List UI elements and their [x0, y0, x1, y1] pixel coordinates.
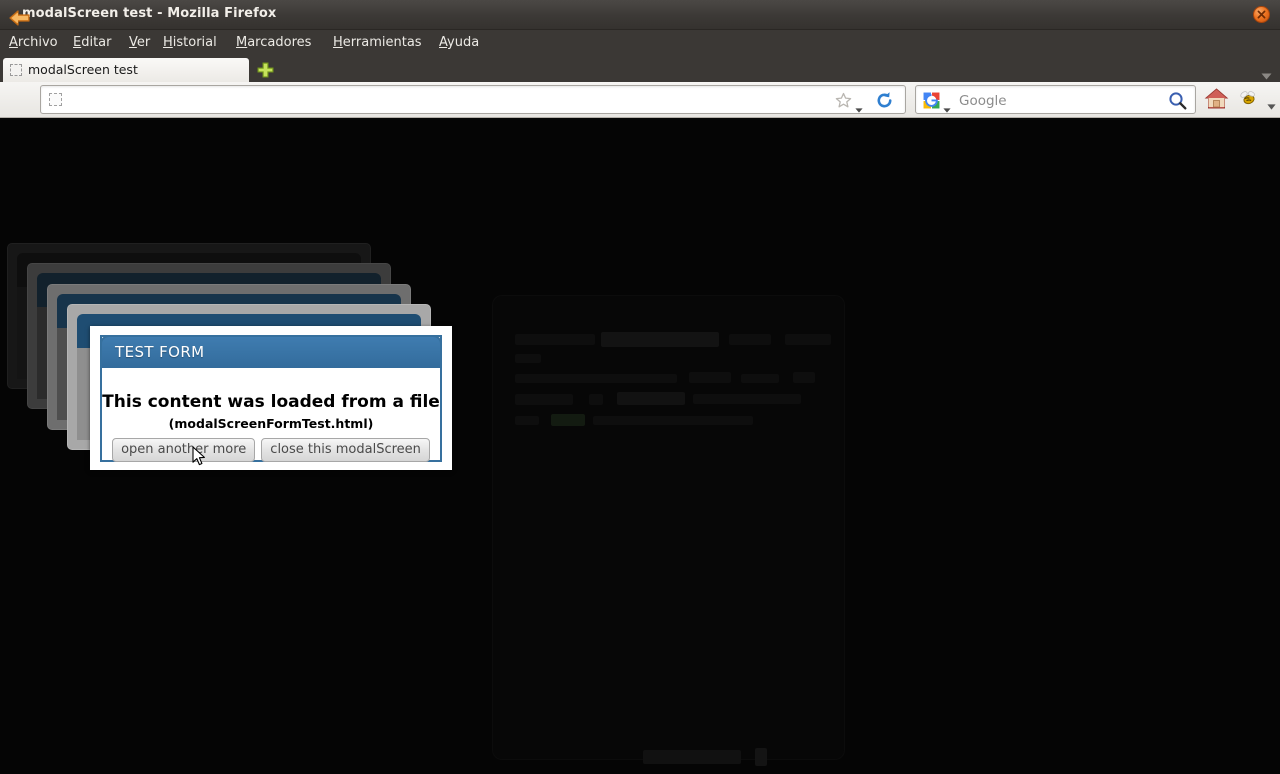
- bookmark-star-button[interactable]: [835, 92, 852, 113]
- window-title: modalScreen test - Mozilla Firefox: [22, 6, 276, 21]
- search-engine-button[interactable]: [923, 92, 940, 113]
- menu-item-label: Historial: [163, 35, 217, 50]
- modal-dialog: TEST FORM This content was loaded from a…: [90, 326, 452, 470]
- home-button[interactable]: [1204, 86, 1229, 115]
- modal-button-row: open another more close this modalScreen: [102, 438, 440, 462]
- toolbar-overflow-button[interactable]: [1267, 95, 1276, 114]
- search-magnifier-icon: [1168, 91, 1187, 110]
- menu-item-marcadores[interactable]: Marcadores: [233, 34, 314, 51]
- tab-bar: modalScreen test: [0, 55, 1280, 82]
- browser-window: modalScreen test - Mozilla Firefox Archi…: [0, 0, 1280, 774]
- url-bar[interactable]: [40, 85, 906, 114]
- tab-modalscreen-test[interactable]: modalScreen test: [2, 57, 250, 82]
- modal-header: TEST FORM: [100, 335, 442, 368]
- reload-button[interactable]: [875, 91, 894, 114]
- home-icon: [1204, 86, 1229, 111]
- modal-frame: TEST FORM This content was loaded from a…: [100, 335, 442, 462]
- back-arrow-icon: [8, 8, 32, 28]
- chevron-down-icon: [855, 108, 863, 113]
- open-another-more-button[interactable]: open another more: [112, 438, 255, 462]
- search-bar[interactable]: [915, 85, 1196, 114]
- page-content: TEST FORM This content was loaded from a…: [0, 118, 1280, 774]
- modal-body: This content was loaded from a file (mod…: [102, 370, 440, 460]
- plus-icon: [256, 61, 275, 79]
- search-engine-dropdown[interactable]: [943, 98, 951, 117]
- menu-item-herramientas[interactable]: Herramientas: [330, 34, 425, 51]
- menu-item-label: Ayuda: [439, 35, 479, 50]
- bookmark-dropdown-button[interactable]: [855, 98, 863, 117]
- modal-title: TEST FORM: [115, 343, 205, 361]
- menu-item-archivo[interactable]: Archivo: [6, 34, 61, 51]
- menu-item-label: Archivo: [9, 35, 58, 50]
- menu-item-historial[interactable]: Historial: [160, 34, 220, 51]
- modal-heading: This content was loaded from a file: [102, 392, 440, 412]
- close-icon: [1257, 10, 1266, 19]
- chevron-down-icon: [1267, 104, 1276, 110]
- google-logo-icon: [923, 92, 940, 109]
- menu-item-label: Herramientas: [333, 35, 422, 50]
- search-submit-button[interactable]: [1168, 91, 1187, 114]
- star-icon: [835, 92, 852, 109]
- chevron-down-icon: [943, 108, 951, 113]
- addon-icon: [1238, 88, 1258, 108]
- url-input[interactable]: [71, 91, 841, 109]
- addon-button[interactable]: [1238, 88, 1258, 112]
- tab-label: modalScreen test: [28, 62, 138, 77]
- dimmed-content-panel: [493, 296, 844, 759]
- window-close-button[interactable]: [1253, 6, 1270, 23]
- menu-item-label: Ver: [129, 35, 150, 50]
- chevron-down-icon: [1261, 73, 1272, 80]
- menu-item-label: Marcadores: [236, 35, 311, 50]
- title-bar: modalScreen test - Mozilla Firefox: [0, 0, 1280, 30]
- menu-item-label: Editar: [73, 35, 112, 50]
- modal-subheading: (modalScreenFormTest.html): [102, 416, 440, 431]
- menu-item-ayuda[interactable]: Ayuda: [436, 34, 482, 51]
- blank-favicon-icon: [49, 93, 62, 106]
- blank-favicon-icon: [10, 64, 22, 76]
- back-button[interactable]: [8, 8, 32, 28]
- menu-item-editar[interactable]: Editar: [70, 34, 115, 51]
- menu-item-ver[interactable]: Ver: [126, 34, 153, 51]
- reload-icon: [875, 91, 894, 110]
- new-tab-button[interactable]: [256, 61, 275, 79]
- search-input[interactable]: [959, 91, 1159, 110]
- close-this-modalscreen-button[interactable]: close this modalScreen: [261, 438, 430, 462]
- menu-bar: Archivo Editar Ver Historial Marcadores Herra…: [0, 30, 1280, 55]
